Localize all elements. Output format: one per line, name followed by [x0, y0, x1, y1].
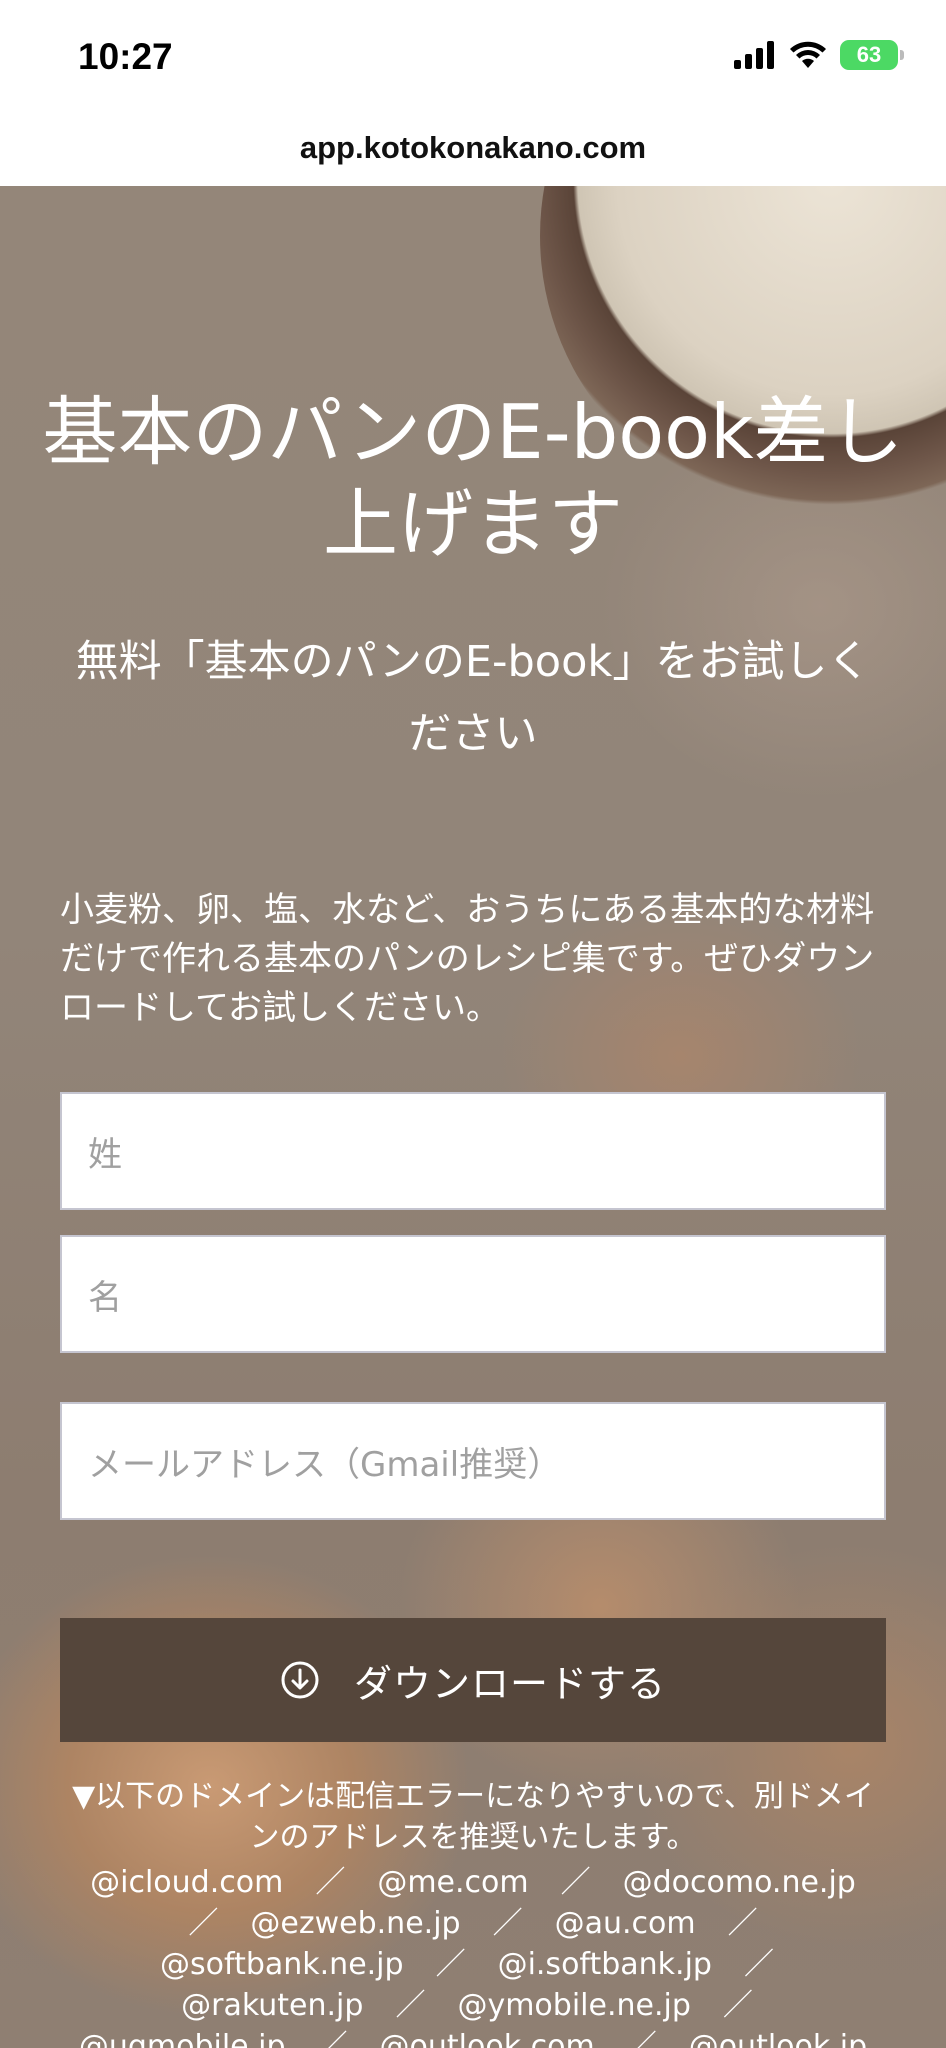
domain-item: @docomo.ne.jp [622, 1865, 856, 1900]
domain-item: @i.softbank.jp [497, 1947, 712, 1982]
domain-item: @softbank.ne.jp [160, 1947, 404, 1982]
url-text: app.kotokonakano.com [299, 130, 647, 165]
page-title: 基本のパンのE-book差し上げます [42, 388, 904, 568]
domain-item: @ezweb.ne.jp [250, 1906, 461, 1941]
domain-separator: ／ [317, 2029, 348, 2048]
domain-item: @icloud.com [90, 1865, 284, 1900]
download-icon [281, 1661, 319, 1699]
domain-item: @uqmobile.jp [78, 2029, 286, 2048]
domain-separator: ／ [743, 1947, 774, 1982]
page-description: 小麦粉、卵、塩、水など、おうちにある基本的な材料だけで作れる基本のパンのレシピ集… [60, 890, 875, 1028]
domain-separator: ／ [435, 1947, 466, 1982]
domain-item: @rakuten.jp [181, 1988, 364, 2023]
domain-separator: ／ [395, 1988, 426, 2023]
page-subtitle: 無料「基本のパンのE-book」をお試しください [75, 637, 871, 759]
download-button[interactable]: ダウンロードする [60, 1618, 886, 1742]
domain-item: @outlook.com [379, 2029, 595, 2048]
email-field[interactable]: メールアドレス（Gmail推奨） [60, 1402, 886, 1520]
domain-separator: ／ [626, 2029, 657, 2048]
domain-item: @ymobile.ne.jp [457, 1988, 691, 2023]
domain-separator: ／ [315, 1865, 346, 1900]
first-name-field[interactable]: 名 [60, 1235, 886, 1353]
battery-level: 63 [856, 42, 882, 67]
wifi-icon [790, 41, 826, 68]
domain-separator: ／ [492, 1906, 523, 1941]
domain-separator: ／ [727, 1906, 758, 1941]
status-icons: 63 [734, 40, 904, 70]
first-name-placeholder: 名 [88, 1277, 122, 1318]
domain-notice: ▼以下のドメインは配信エラーになりやすいので、別ドメインのアドレスを推奨いたしま… [72, 1779, 874, 1855]
email-placeholder: メールアドレス（Gmail推奨） [88, 1444, 562, 1485]
signal-icon [734, 41, 774, 69]
battery-icon: 63 [840, 40, 904, 70]
status-time: 10:27 [78, 36, 173, 77]
hero-section: 基本のパンのE-book差し上げます 無料「基本のパンのE-book」をお試しく… [0, 186, 946, 2048]
domain-separator: ／ [560, 1865, 591, 1900]
last-name-field[interactable]: 姓 [60, 1092, 886, 1210]
domain-item: @me.com [377, 1865, 529, 1900]
domain-item: @au.com [554, 1906, 696, 1941]
browser-address-bar[interactable]: app.kotokonakano.com [0, 110, 946, 186]
domain-separator: ／ [188, 1906, 219, 1941]
last-name-placeholder: 姓 [88, 1134, 122, 1175]
status-bar: 10:27 63 [0, 0, 946, 110]
download-button-label: ダウンロードする [353, 1661, 666, 1706]
domain-list: @icloud.com ／ @me.com ／ @docomo.ne.jp ／ @ezweb… [60, 1862, 886, 2048]
domain-item: @outlook.jp [688, 2029, 868, 2048]
domain-separator: ／ [722, 1988, 753, 2023]
